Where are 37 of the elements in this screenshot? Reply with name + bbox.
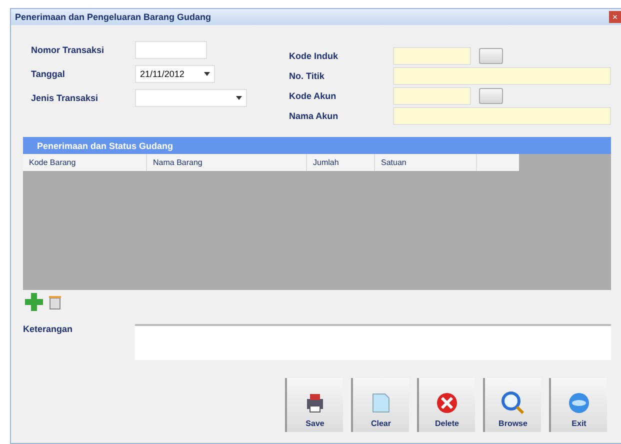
note-field[interactable] <box>134 324 611 360</box>
input-field[interactable] <box>393 47 471 65</box>
combo-field[interactable] <box>135 89 247 107</box>
field-label: No. Titik <box>289 71 326 81</box>
delete-icon <box>435 391 459 415</box>
field-label: Jenis Transaksi <box>31 93 100 103</box>
lookup-button[interactable] <box>479 88 503 104</box>
field-label: Kode Induk <box>289 51 339 61</box>
column-header[interactable]: Satuan <box>375 154 477 171</box>
save-button[interactable]: Save <box>285 378 343 432</box>
column-header[interactable]: Kode Barang <box>23 154 147 171</box>
field-label: Nama Akun <box>289 111 340 121</box>
caret-icon <box>236 96 242 100</box>
column-header[interactable]: Jumlah <box>307 154 375 171</box>
search-icon <box>501 391 525 415</box>
lookup-button[interactable] <box>479 48 503 64</box>
field-label: Keterangan <box>23 324 74 336</box>
caret-icon <box>204 72 210 76</box>
input-field[interactable] <box>135 41 207 59</box>
input-field[interactable] <box>393 67 611 85</box>
globe-icon <box>567 391 591 415</box>
close-button[interactable]: × <box>609 11 621 23</box>
exit-button[interactable]: Exit <box>549 378 607 432</box>
grid-title: Penerimaan dan Status Gudang <box>23 137 611 154</box>
trash-icon[interactable] <box>47 294 63 310</box>
clear-button[interactable]: Clear <box>351 378 409 432</box>
input-field[interactable] <box>393 87 471 105</box>
input-field[interactable] <box>393 107 611 125</box>
field-label: Tanggal <box>31 69 66 79</box>
column-header[interactable]: Nama Barang <box>147 154 307 171</box>
plus-icon[interactable] <box>25 293 43 311</box>
browse-button[interactable]: Browse <box>483 378 541 432</box>
field-label: Nomor Transaksi <box>31 45 106 55</box>
field-label: Kode Akun <box>289 91 338 101</box>
date-field[interactable]: 21/11/2012 <box>135 65 215 83</box>
window-title: Penerimaan dan Pengeluaran Barang Gudang <box>15 12 212 22</box>
delete-button[interactable]: Delete <box>417 378 475 432</box>
